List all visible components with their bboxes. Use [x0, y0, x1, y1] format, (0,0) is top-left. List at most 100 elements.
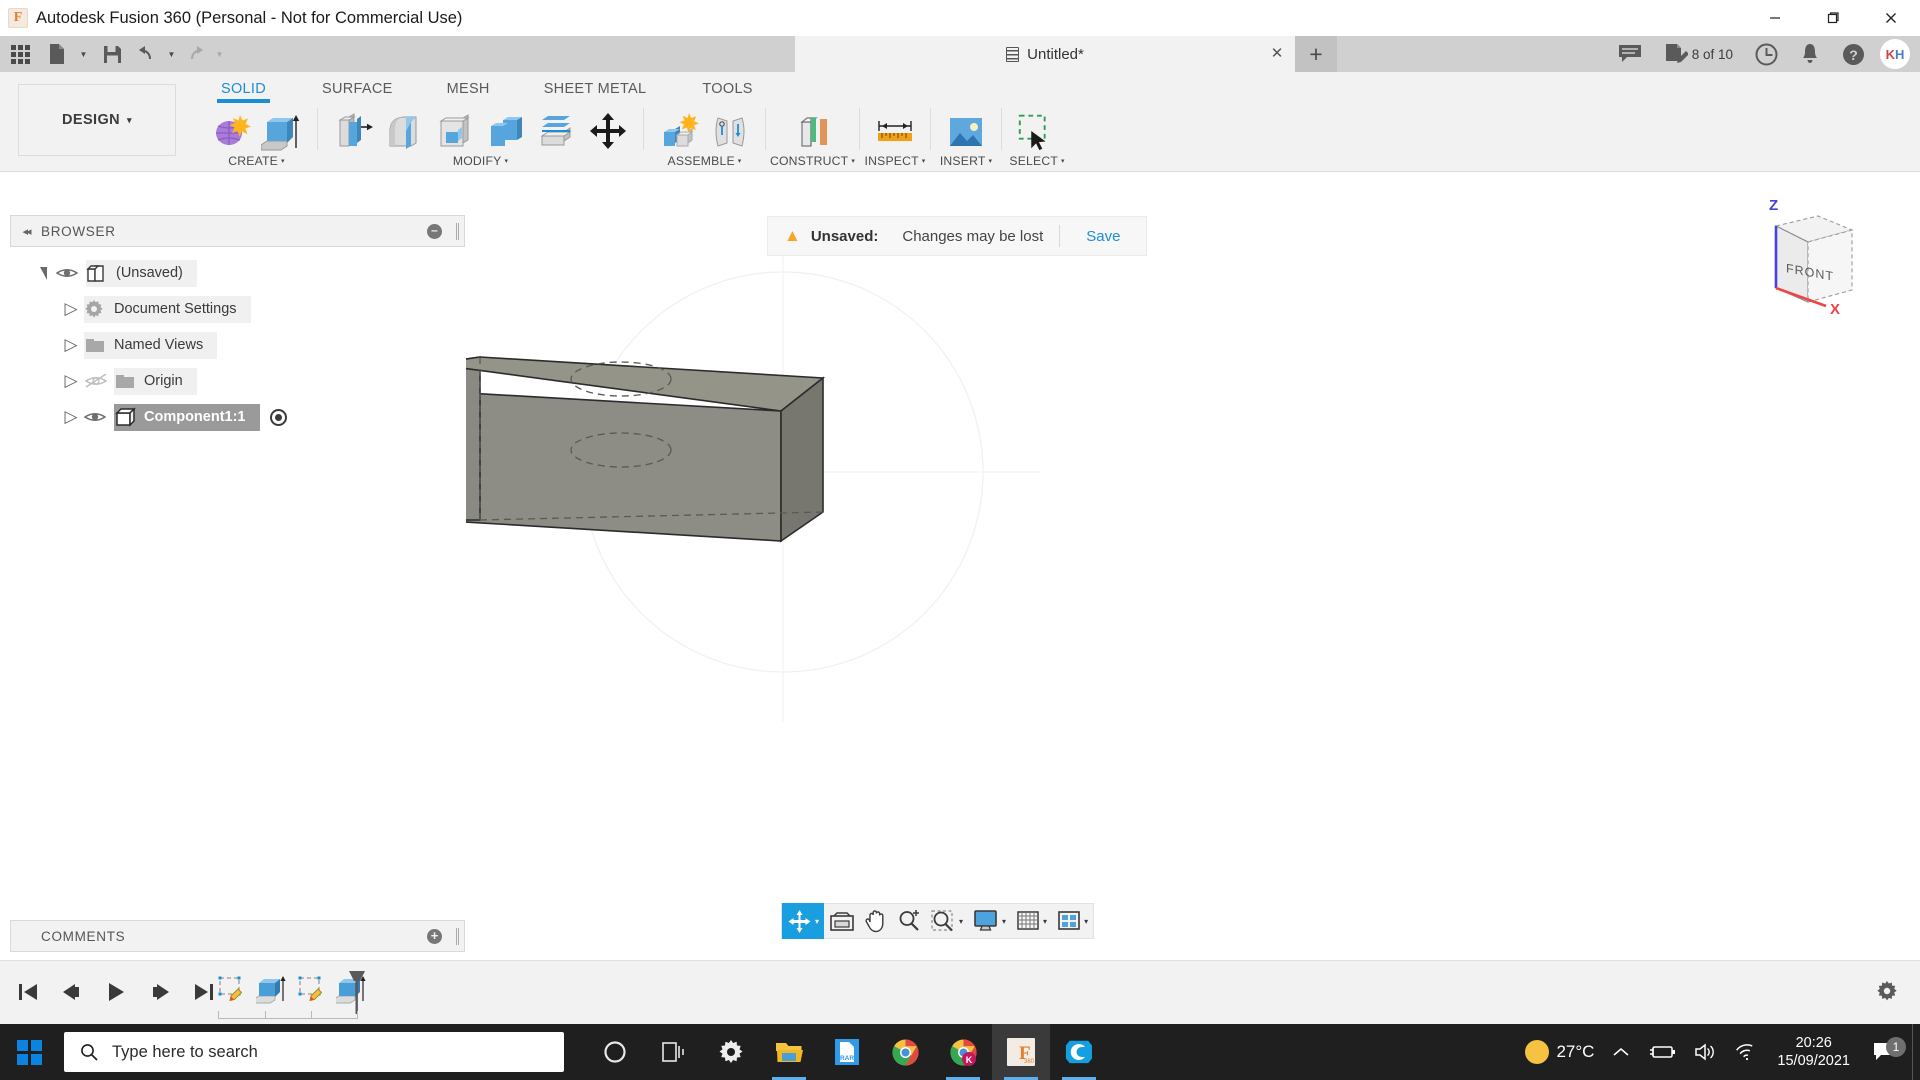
tab-surface[interactable]: SURFACE [306, 78, 409, 103]
tab-mesh[interactable]: MESH [431, 78, 506, 103]
weather-widget[interactable]: 27°C [1516, 1040, 1603, 1064]
new-component-button[interactable] [657, 108, 701, 154]
settings-icon[interactable] [702, 1024, 760, 1080]
fusion360-icon[interactable]: F 360 [992, 1024, 1050, 1080]
visibility-eye-off-icon[interactable] [84, 373, 114, 389]
undo-icon[interactable] [132, 36, 162, 72]
create-sketch-button[interactable] [209, 108, 253, 154]
timeline-settings-gear-icon[interactable] [1876, 980, 1898, 1002]
document-tab[interactable]: Untitled* ✕ [795, 36, 1295, 72]
new-tab-button[interactable]: + [1295, 36, 1337, 72]
new-document-caret-icon[interactable]: ▼ [74, 36, 92, 72]
tree-row-unsaved[interactable]: (Unsaved) [10, 255, 465, 291]
tab-solid[interactable]: SOLID [205, 78, 282, 103]
chrome-profile-icon[interactable]: K [934, 1024, 992, 1080]
ribbon-group-construct-label[interactable]: CONSTRUCT ▾ [770, 154, 855, 168]
step-back-button[interactable] [54, 975, 90, 1009]
expand-toggle-icon[interactable]: ▷ [58, 371, 84, 391]
chevron-down-icon[interactable]: ▾ [959, 917, 963, 926]
save-icon[interactable] [92, 36, 132, 72]
close-tab-icon[interactable]: ✕ [1269, 46, 1285, 62]
save-link[interactable]: Save [1060, 228, 1146, 245]
play-button[interactable] [98, 975, 134, 1009]
comment-icon[interactable] [1607, 36, 1653, 72]
add-comment-button[interactable]: + [427, 929, 442, 944]
expand-toggle-icon[interactable] [30, 265, 56, 281]
comments-resize-grip[interactable] [456, 928, 459, 945]
grid-snap-settings-button[interactable]: ▾ [1011, 903, 1052, 939]
wifi-icon[interactable] [1725, 1043, 1765, 1061]
collapse-browser-icon[interactable]: ◂◂ [11, 225, 41, 238]
task-view-icon[interactable] [644, 1024, 702, 1080]
browser-panel-toggle[interactable]: – [427, 224, 442, 239]
tray-overflow-button[interactable] [1603, 1045, 1639, 1059]
chevron-down-icon[interactable]: ▾ [1002, 917, 1006, 926]
jump-to-beginning-button[interactable] [10, 975, 46, 1009]
maximize-button[interactable] [1804, 0, 1862, 36]
viewport-layout-button[interactable]: ▾ [1052, 903, 1093, 939]
visibility-eye-icon[interactable] [56, 266, 86, 280]
select-window-button[interactable] [1015, 108, 1059, 154]
job-status-button[interactable]: 8 of 10 [1653, 36, 1744, 72]
chevron-down-icon[interactable]: ▾ [1084, 917, 1088, 926]
combine-button[interactable] [484, 108, 528, 154]
timeline-sketch-feature-2[interactable] [292, 971, 332, 1009]
zoom-window-tool-button[interactable]: ▾ [926, 903, 968, 939]
timeline-extrude-feature-1[interactable] [252, 971, 292, 1009]
pan-tool-button[interactable] [860, 903, 892, 939]
expand-toggle-icon[interactable]: ▷ [58, 335, 84, 355]
step-forward-button[interactable] [142, 975, 178, 1009]
battery-charging-icon[interactable] [1639, 1043, 1685, 1061]
taskbar-clock[interactable]: 20:26 15/09/2021 [1765, 1034, 1862, 1070]
chevron-down-icon[interactable]: ▾ [1043, 917, 1047, 926]
ribbon-group-insert-label[interactable]: INSERT ▾ [940, 154, 992, 168]
insert-image-button[interactable] [944, 108, 988, 154]
cortana-icon[interactable] [586, 1024, 644, 1080]
winrar-icon[interactable]: RAR [818, 1024, 876, 1080]
ribbon-group-create-label[interactable]: CREATE ▾ [228, 154, 284, 168]
browser-resize-grip[interactable] [456, 223, 459, 240]
bell-icon[interactable] [1789, 36, 1831, 72]
offset-plane-button[interactable] [791, 108, 835, 154]
action-center-button[interactable]: 1 [1862, 1037, 1912, 1063]
show-desktop-button[interactable] [1912, 1024, 1920, 1080]
help-icon[interactable]: ? [1831, 36, 1876, 72]
orbit-tool-button[interactable]: ▾ [782, 903, 825, 939]
visibility-eye-icon[interactable] [84, 410, 114, 424]
redo-caret-icon[interactable]: ▼ [210, 36, 228, 72]
windows-start-icon[interactable] [0, 1024, 58, 1080]
display-settings-button[interactable]: ▾ [968, 903, 1011, 939]
tree-row-named-views[interactable]: ▷ Named Views [10, 327, 465, 363]
chevron-down-icon[interactable]: ▾ [815, 917, 819, 926]
ribbon-group-assemble-label[interactable]: ASSEMBLE ▾ [667, 154, 741, 168]
speaker-icon[interactable] [1685, 1043, 1725, 1061]
close-button[interactable] [1862, 0, 1920, 36]
workspace-selector[interactable]: DESIGN ▾ [18, 84, 176, 156]
taskbar-search-input[interactable]: Type here to search [64, 1032, 564, 1072]
tab-tools[interactable]: TOOLS [686, 78, 768, 103]
tab-sheet-metal[interactable]: SHEET METAL [528, 78, 663, 103]
user-avatar[interactable]: KH [1880, 39, 1910, 69]
tree-row-component1[interactable]: ▷ Component1:1 [10, 399, 465, 435]
expand-toggle-icon[interactable]: ▷ [58, 407, 84, 427]
clock-icon[interactable] [1744, 36, 1789, 72]
fillet-button[interactable] [382, 108, 426, 154]
zoom-tool-button[interactable] [892, 903, 926, 939]
move-copy-button[interactable] [586, 108, 630, 154]
look-at-tool-button[interactable] [824, 903, 860, 939]
offset-face-button[interactable] [535, 108, 579, 154]
press-pull-button[interactable] [331, 108, 375, 154]
file-explorer-icon[interactable] [760, 1024, 818, 1080]
expand-toggle-icon[interactable]: ▷ [58, 299, 84, 319]
timeline-sketch-feature-1[interactable] [212, 971, 252, 1009]
redo-icon[interactable] [180, 36, 210, 72]
cura-icon[interactable] [1050, 1024, 1108, 1080]
tree-row-document-settings[interactable]: ▷ Document Settings [10, 291, 465, 327]
measure-button[interactable] [873, 108, 917, 154]
app-grid-icon[interactable] [0, 36, 40, 72]
chrome-icon[interactable] [876, 1024, 934, 1080]
ribbon-group-inspect-label[interactable]: INSPECT ▾ [865, 154, 926, 168]
ribbon-group-select-label[interactable]: SELECT ▾ [1009, 154, 1064, 168]
tree-row-origin[interactable]: ▷ Origin [10, 363, 465, 399]
minimize-button[interactable] [1746, 0, 1804, 36]
